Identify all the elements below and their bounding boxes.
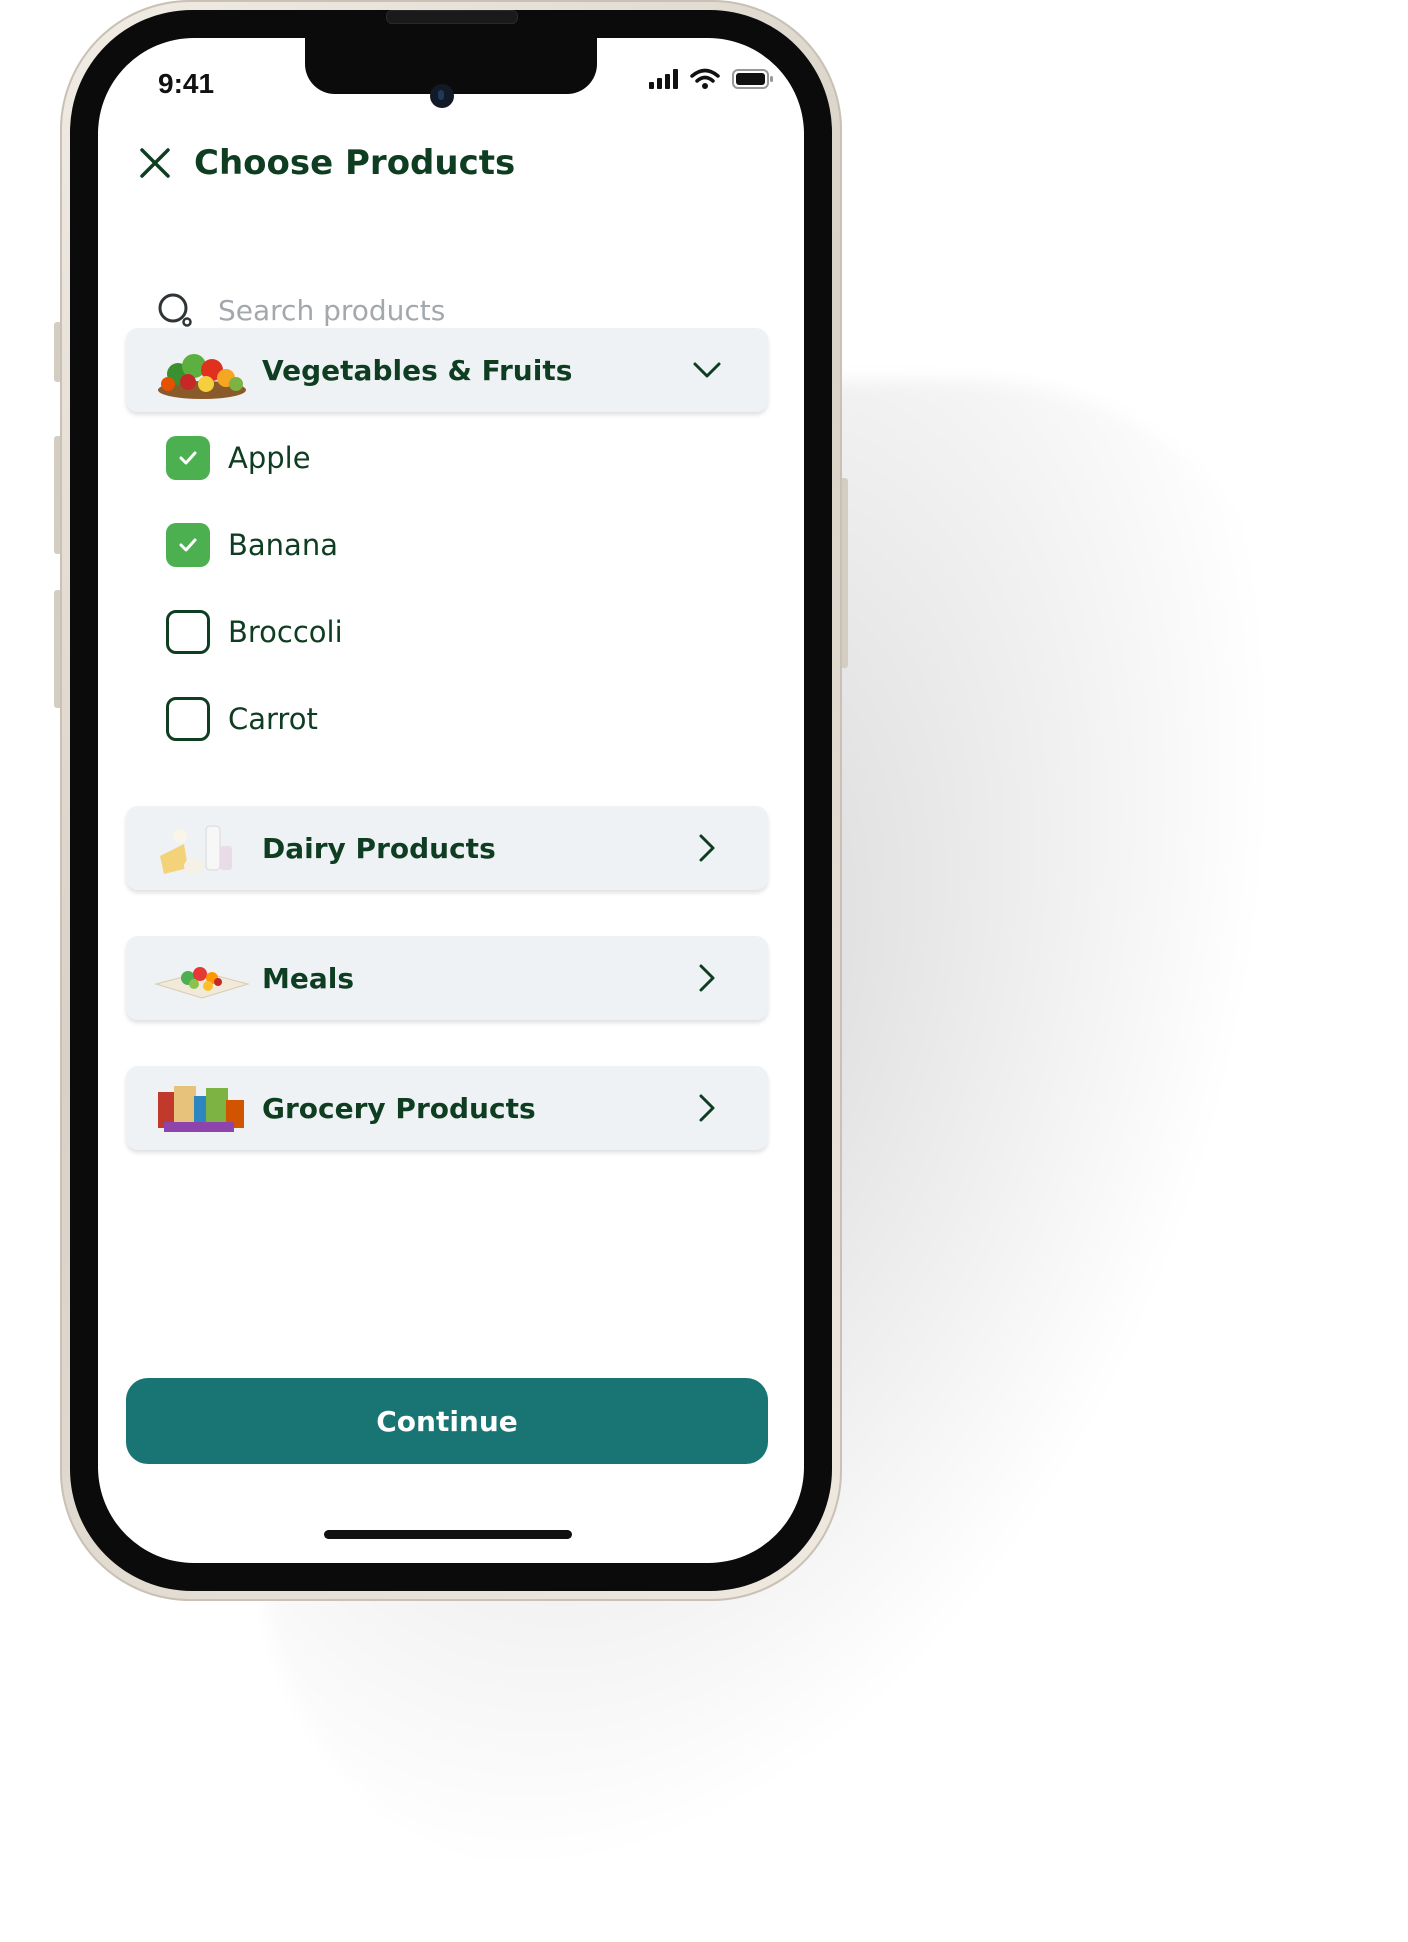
category-vegetables-fruits[interactable]: Vegetables & Fruits	[126, 328, 768, 412]
product-item-broccoli[interactable]: Broccoli	[166, 610, 343, 654]
category-label: Meals	[262, 961, 355, 995]
checkbox-unchecked[interactable]	[166, 697, 210, 741]
product-item-carrot[interactable]: Carrot	[166, 697, 318, 741]
vegetables-fruits-image	[158, 354, 246, 399]
product-item-label: Broccoli	[228, 615, 343, 649]
meals-image	[154, 967, 250, 999]
category-meals[interactable]: Meals	[126, 936, 768, 1020]
product-item-label: Apple	[228, 441, 311, 475]
checkbox-unchecked[interactable]	[166, 610, 210, 654]
earpiece-speaker	[386, 10, 518, 24]
product-item-label: Carrot	[228, 702, 318, 736]
page-title: Choose Products	[194, 143, 516, 183]
checkbox-checked[interactable]	[166, 523, 210, 567]
continue-button[interactable]: Continue	[126, 1378, 768, 1464]
status-icons	[649, 68, 774, 90]
home-indicator	[324, 1530, 572, 1539]
category-label: Grocery Products	[262, 1091, 536, 1125]
cellular-signal-icon	[649, 69, 678, 89]
status-time: 9:41	[158, 68, 215, 99]
front-camera	[430, 84, 454, 108]
category-label: Vegetables & Fruits	[262, 353, 573, 387]
product-item-label: Banana	[228, 528, 338, 562]
product-item-banana[interactable]: Banana	[166, 523, 338, 567]
battery-icon	[732, 69, 773, 89]
notch	[305, 38, 597, 94]
category-grocery-products[interactable]: Grocery Products	[126, 1066, 768, 1150]
close-button[interactable]	[136, 144, 174, 182]
chevron-down-icon	[693, 362, 721, 378]
chevron-right-icon	[699, 1094, 715, 1122]
category-label: Dairy Products	[262, 831, 496, 865]
search-icon	[158, 293, 192, 327]
grocery-products-image	[158, 1086, 244, 1132]
product-item-apple[interactable]: Apple	[166, 436, 311, 480]
phone-screen: 9:41 Choose Products Search products Veg…	[98, 38, 804, 1563]
wifi-icon	[690, 68, 720, 89]
header: Choose Products	[136, 143, 515, 183]
checkbox-checked[interactable]	[166, 436, 210, 480]
checkmark-icon	[179, 451, 197, 465]
close-icon	[140, 148, 170, 178]
chevron-right-icon	[699, 834, 715, 862]
dairy-products-image	[160, 825, 232, 874]
category-dairy-products[interactable]: Dairy Products	[126, 806, 768, 890]
search-input[interactable]	[216, 292, 700, 328]
checkmark-icon	[179, 538, 197, 552]
chevron-right-icon	[699, 964, 715, 992]
